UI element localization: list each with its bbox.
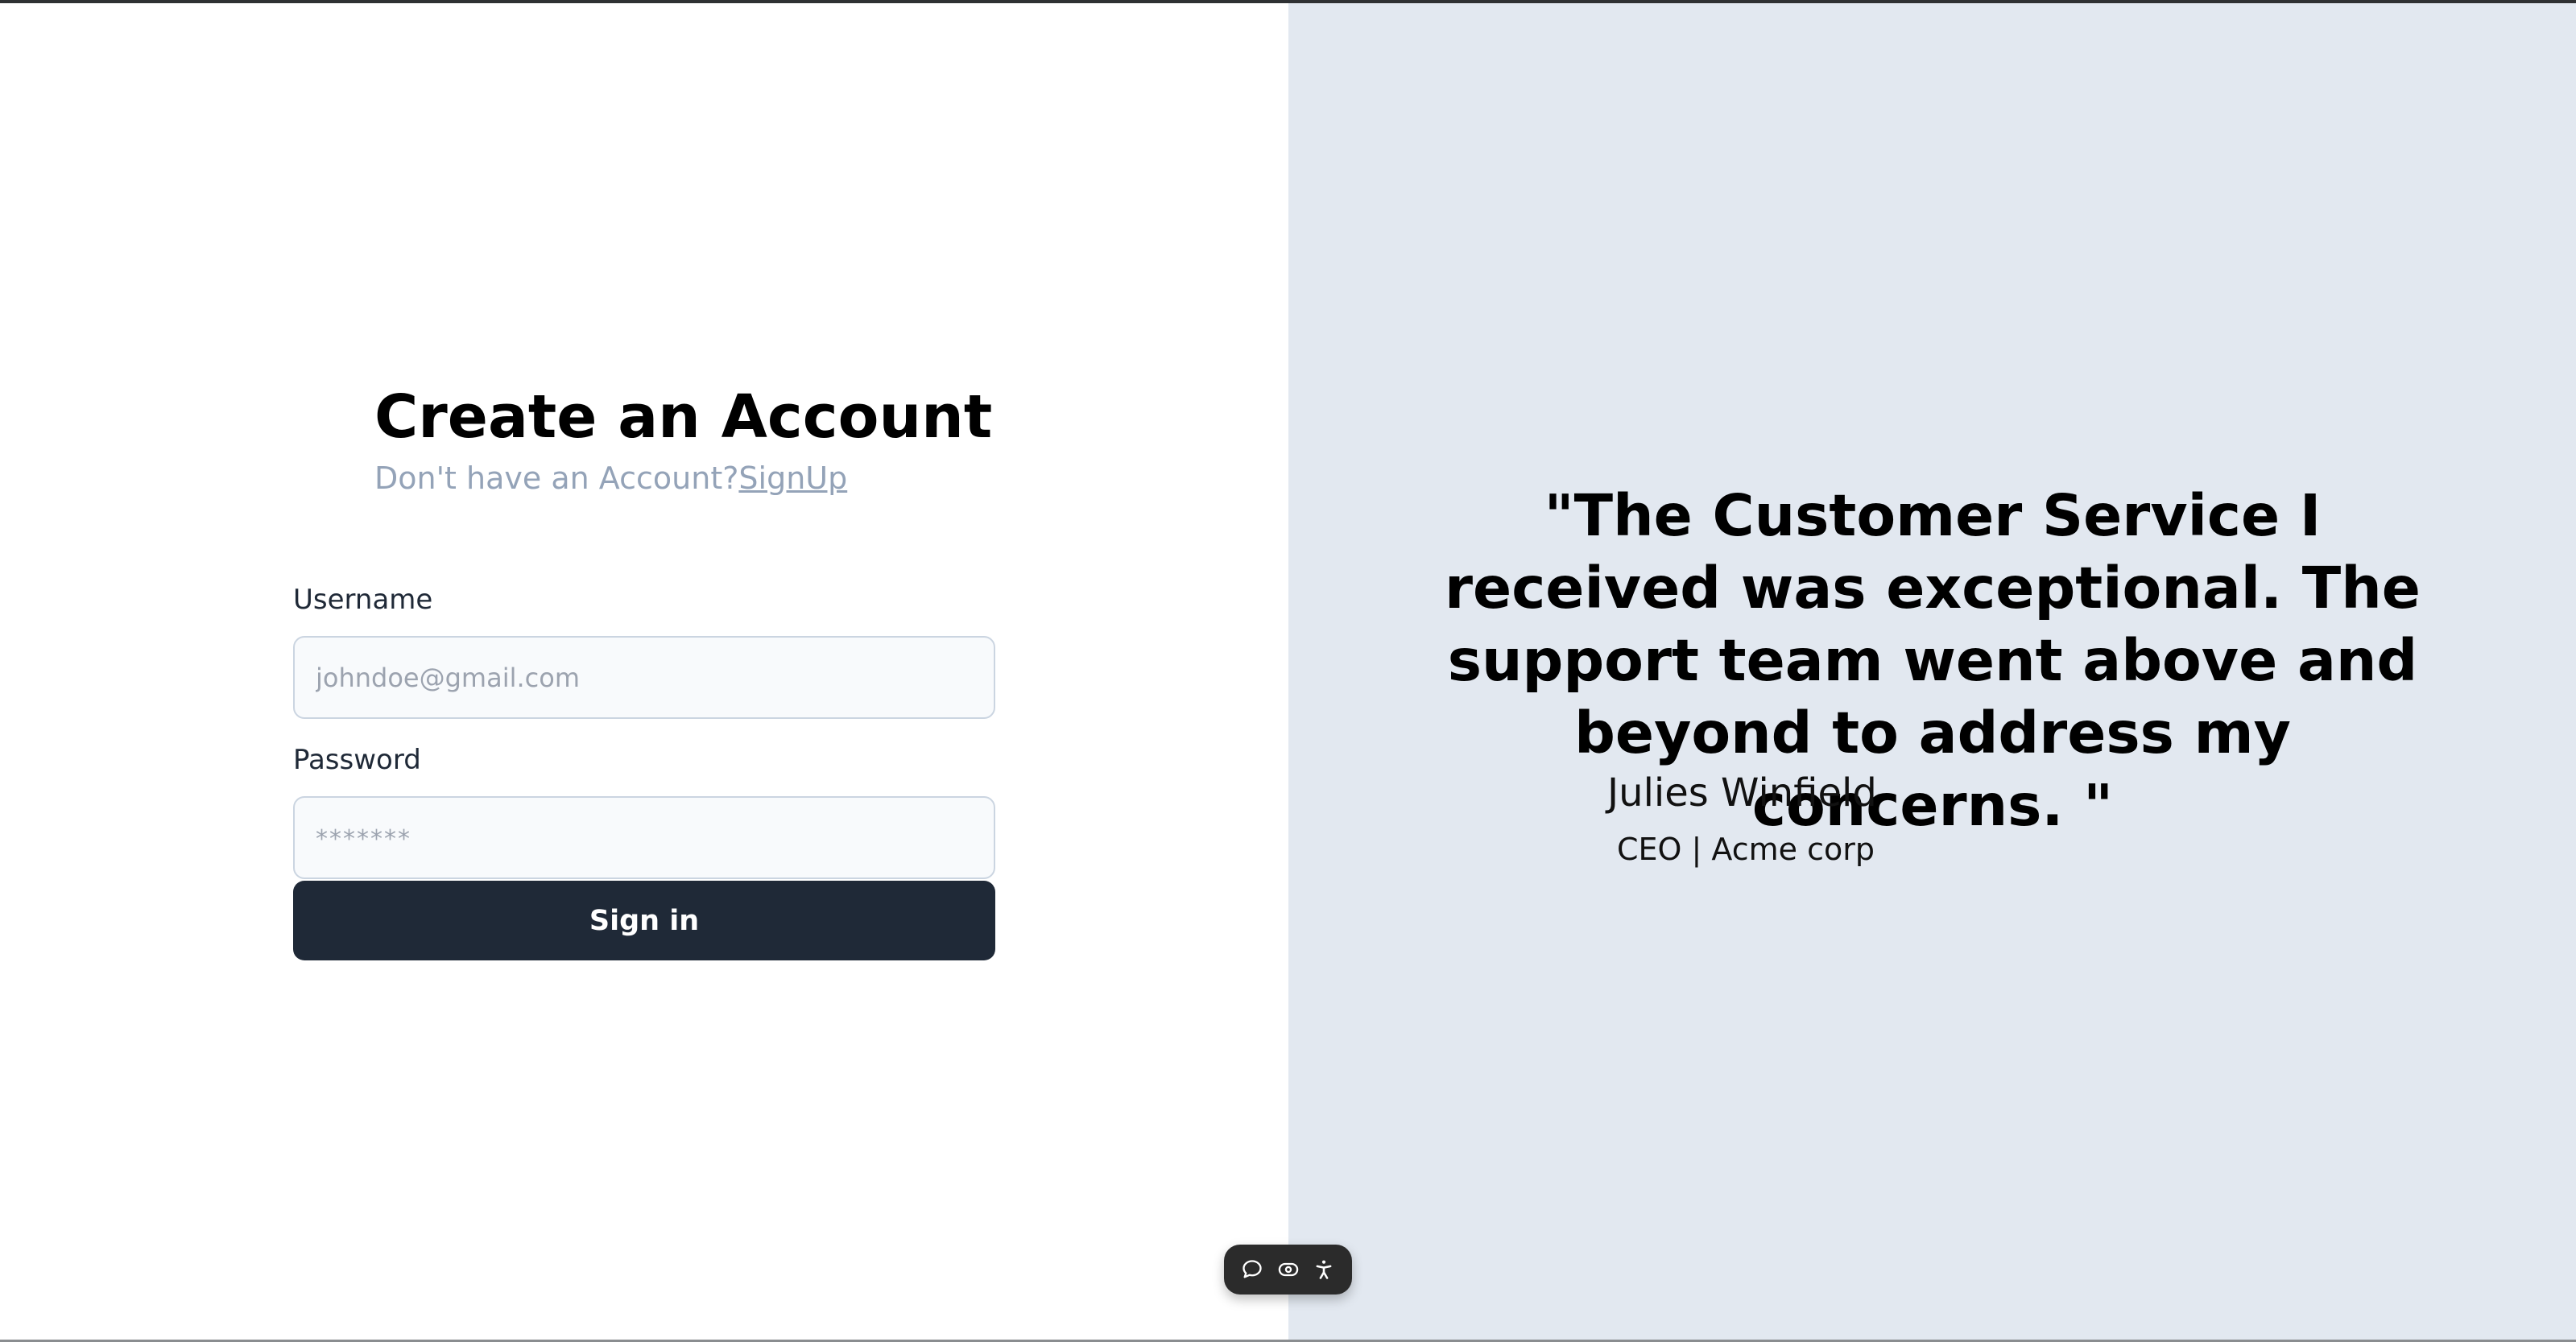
testimonial-quote: "The Customer Service I received was exc… bbox=[1445, 482, 2421, 839]
signin-form: Username Password Sign in bbox=[293, 581, 995, 960]
page-title: Create an Account bbox=[374, 382, 993, 452]
accessibility-icon[interactable] bbox=[1309, 1255, 1338, 1284]
signup-prompt-text: Don't have an Account? bbox=[374, 460, 739, 496]
signup-link[interactable]: SignUp bbox=[738, 460, 847, 496]
accessibility-widget-bar bbox=[1224, 1245, 1352, 1295]
password-label: Password bbox=[293, 744, 421, 776]
testimonial-author-role: CEO | Acme corp bbox=[1617, 832, 1875, 867]
signin-button[interactable]: Sign in bbox=[293, 881, 995, 960]
username-input[interactable] bbox=[293, 636, 995, 719]
eye-icon[interactable] bbox=[1274, 1255, 1303, 1284]
heading-block: Create an Account Don't have an Account?… bbox=[374, 375, 992, 498]
signin-panel: Create an Account Don't have an Account?… bbox=[0, 3, 1288, 1340]
testimonial-author-name: Julies Winfield bbox=[1607, 770, 1877, 816]
username-label: Username bbox=[293, 584, 433, 616]
page: Create an Account Don't have an Account?… bbox=[0, 0, 2576, 1342]
signup-prompt: Don't have an Account?SignUp bbox=[374, 459, 992, 498]
testimonial: "The Customer Service I received was exc… bbox=[1417, 480, 2448, 842]
password-input[interactable] bbox=[293, 796, 995, 879]
chat-bubble-icon[interactable] bbox=[1238, 1255, 1267, 1284]
